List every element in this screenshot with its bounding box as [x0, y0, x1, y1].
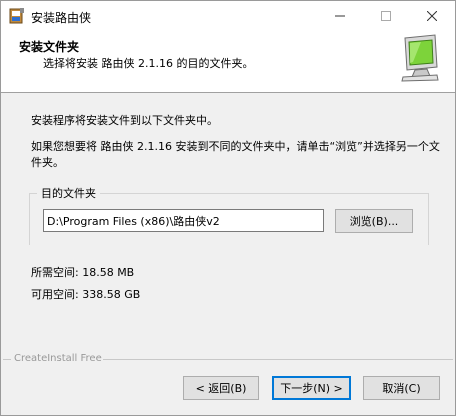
- installer-window: 安装路由侠 安装文件夹 选择将安装 路由侠 2.1.16 的目的文件夹。 安装程…: [0, 0, 456, 416]
- page-title: 安装文件夹: [19, 40, 80, 54]
- maximize-icon: [381, 11, 391, 21]
- installer-icon: [9, 8, 24, 24]
- close-icon: [427, 11, 437, 21]
- footer-divider-left: [3, 359, 11, 360]
- page-header: 安装文件夹 选择将安装 路由侠 2.1.16 的目的文件夹。: [1, 31, 455, 93]
- back-button[interactable]: < 返回(B): [183, 376, 259, 400]
- next-button[interactable]: 下一步(N) >: [272, 376, 351, 400]
- computer-monitor-icon: [401, 34, 439, 82]
- close-button[interactable]: [409, 1, 455, 31]
- footer-divider-right: [103, 359, 453, 360]
- space-required-text: 所需空间: 18.58 MB: [31, 266, 135, 279]
- window-title: 安装路由侠: [31, 11, 92, 25]
- space-available-text: 可用空间: 338.58 GB: [31, 288, 141, 301]
- cancel-button[interactable]: 取消(C): [363, 376, 440, 400]
- minimize-icon: [335, 15, 345, 17]
- footer-brand-label: CreateInstall Free: [14, 353, 102, 364]
- destination-path-input[interactable]: [43, 209, 324, 232]
- page-subtitle: 选择将安装 路由侠 2.1.16 的目的文件夹。: [43, 57, 254, 70]
- instructions-text: 如果您想要将 路由侠 2.1.16 安装到不同的文件夹中，请单击“浏览”并选择另…: [31, 140, 440, 169]
- browse-button[interactable]: 浏览(B)...: [335, 209, 413, 233]
- title-bar: 安装路由侠: [1, 1, 455, 31]
- minimize-button[interactable]: [317, 1, 363, 31]
- maximize-button[interactable]: [363, 1, 409, 31]
- destination-group-label: 目的文件夹: [37, 185, 100, 201]
- intro-text: 安装程序将安装文件到以下文件夹中。: [31, 114, 218, 127]
